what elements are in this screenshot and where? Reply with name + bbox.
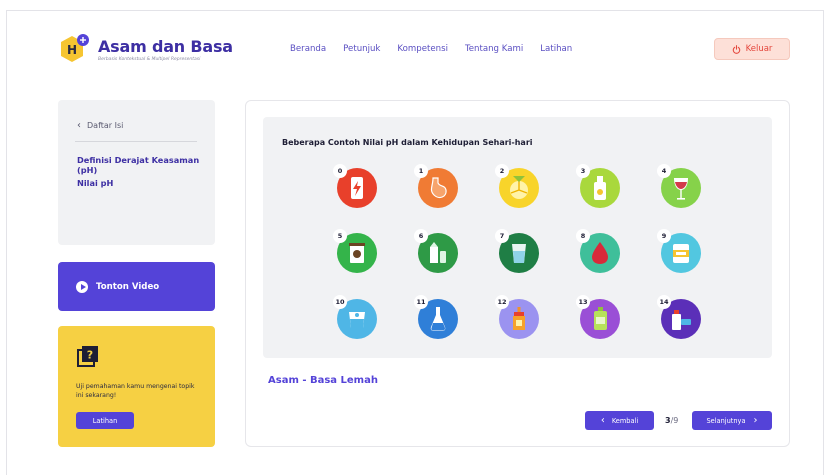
- nav-tentang-kami[interactable]: Tentang Kami: [465, 44, 523, 54]
- main-nav: Beranda Petunjuk Kompetensi Tentang Kami…: [290, 44, 589, 54]
- back-button[interactable]: ‹ Kembali: [585, 411, 654, 430]
- logout-label: Keluar: [745, 44, 773, 54]
- ph-item-12[interactable]: 12: [495, 295, 541, 341]
- ph-item-10[interactable]: 10: [333, 295, 379, 341]
- ph-item-14[interactable]: 14: [657, 295, 703, 341]
- ph-number: 12: [495, 295, 509, 309]
- svg-text:H: H: [67, 43, 77, 57]
- toc-back-label: Daftar Isi: [87, 121, 124, 130]
- ph-number: 10: [333, 295, 347, 309]
- ph-item-11[interactable]: 11: [414, 295, 460, 341]
- chevron-left-icon: ‹: [600, 415, 605, 426]
- ph-item-4[interactable]: 4: [657, 164, 703, 210]
- watch-video-label: Tonton Video: [96, 281, 160, 292]
- app-tagline: Berbasis Kontekstual & Multipel Represen…: [98, 56, 201, 62]
- app-logo[interactable]: H Asam dan Basa Berbasis Kontekstual & M…: [58, 32, 233, 66]
- toc-back-link[interactable]: ‹ Daftar Isi: [77, 120, 123, 131]
- ph-item-0[interactable]: 0: [333, 164, 379, 210]
- chevron-left-icon: ‹: [77, 120, 81, 131]
- hexagon-logo-icon: H: [58, 32, 92, 66]
- toc-item-definisi[interactable]: Definisi Derajat Keasaman (pH): [77, 155, 215, 175]
- quiz-card: ? Uji pemahaman kamu mengenai topik ini …: [58, 326, 215, 447]
- next-button[interactable]: Selanjutnya ›: [692, 411, 772, 430]
- ph-number: 14: [657, 295, 671, 309]
- nav-beranda[interactable]: Beranda: [290, 44, 326, 54]
- ph-number: 3: [576, 164, 590, 178]
- watch-video-button[interactable]: Tonton Video: [58, 262, 215, 311]
- page-indicator: 3/9: [665, 416, 678, 425]
- ph-item-2[interactable]: 2: [495, 164, 541, 210]
- ph-number: 5: [333, 229, 347, 243]
- next-label: Selanjutnya: [706, 416, 746, 425]
- quiz-text: Uji pemahaman kamu mengenai topik ini se…: [76, 383, 195, 399]
- page-total: /9: [670, 416, 679, 425]
- nav-kompetensi[interactable]: Kompetensi: [397, 44, 448, 54]
- section-title: Asam - Basa Lemah: [268, 375, 378, 386]
- ph-number: 8: [576, 229, 590, 243]
- ph-number: 7: [495, 229, 509, 243]
- back-label: Kembali: [611, 416, 639, 425]
- ph-item-13[interactable]: 13: [576, 295, 622, 341]
- play-icon: [76, 280, 88, 293]
- ph-item-9[interactable]: 9: [657, 229, 703, 275]
- app-title: Asam dan Basa: [98, 36, 233, 56]
- ph-number: 0: [333, 164, 347, 178]
- ph-number: 2: [495, 164, 509, 178]
- ph-number: 13: [576, 295, 590, 309]
- ph-number: 6: [414, 229, 428, 243]
- panel-title: Beberapa Contoh Nilai pH dalam Kehidupan…: [282, 138, 533, 147]
- table-of-contents: ‹ Daftar Isi Definisi Derajat Keasaman (…: [58, 100, 215, 245]
- ph-number: 9: [657, 229, 671, 243]
- logout-button[interactable]: Keluar: [714, 38, 790, 60]
- nav-latihan[interactable]: Latihan: [540, 44, 572, 54]
- power-icon: [732, 44, 740, 54]
- ph-item-1[interactable]: 1: [414, 164, 460, 210]
- ph-item-6[interactable]: 6: [414, 229, 460, 275]
- ph-item-7[interactable]: 7: [495, 229, 541, 275]
- ph-item-8[interactable]: 8: [576, 229, 622, 275]
- chevron-right-icon: ›: [753, 415, 758, 426]
- ph-number: 1: [414, 164, 428, 178]
- svg-text:?: ?: [87, 349, 93, 362]
- ph-examples-panel: Beberapa Contoh Nilai pH dalam Kehidupan…: [263, 117, 772, 358]
- ph-item-3[interactable]: 3: [576, 164, 622, 210]
- ph-item-5[interactable]: 5: [333, 229, 379, 275]
- ph-number: 11: [414, 295, 428, 309]
- nav-petunjuk[interactable]: Petunjuk: [343, 44, 380, 54]
- quiz-question-icon: ?: [77, 346, 98, 367]
- quiz-button[interactable]: Latihan: [76, 412, 134, 429]
- ph-number: 4: [657, 164, 671, 178]
- toc-item-nilai-ph[interactable]: Nilai pH: [77, 178, 113, 188]
- divider: [75, 141, 197, 142]
